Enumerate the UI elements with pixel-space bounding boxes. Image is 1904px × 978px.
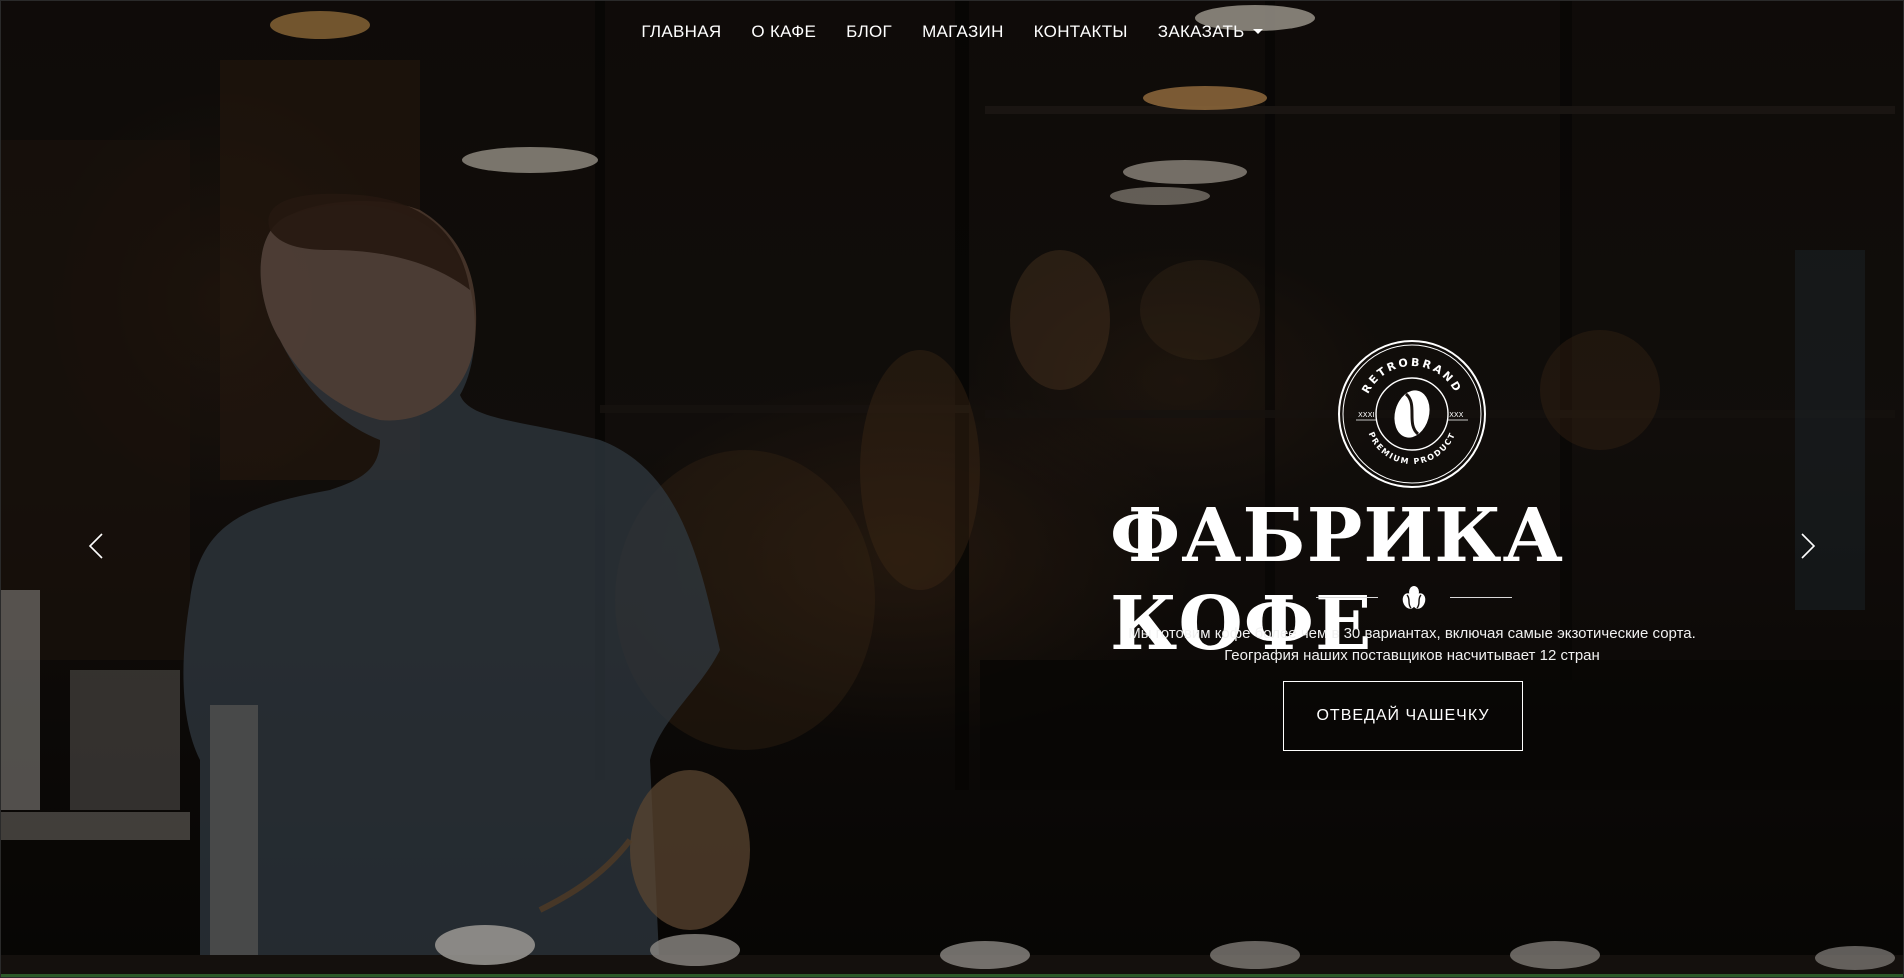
logo-top-text: RETROBRAND	[1359, 356, 1462, 396]
chevron-left-icon	[88, 533, 103, 559]
chevron-right-icon	[1801, 533, 1816, 559]
nav-item-label: КОНТАКТЫ	[1033, 22, 1128, 41]
nav-item-about[interactable]: О КАФЕ	[751, 22, 816, 42]
caret-down-icon	[1252, 28, 1263, 34]
retrobrand-logo: RETROBRAND PREMIUM PRODUCT XXXI IXXX	[1338, 340, 1486, 488]
nav-item-home[interactable]: ГЛАВНАЯ	[641, 22, 721, 42]
nav-item-blog[interactable]: БЛОГ	[846, 22, 892, 42]
hero-subtitle-line-1: Мы готовим кофе более чем в 30 вариантах…	[1128, 625, 1696, 642]
main-navigation: ГЛАВНАЯ О КАФЕ БЛОГ МАГАЗИН КОНТАКТЫ ЗАК…	[0, 22, 1904, 42]
nav-item-order-dropdown[interactable]: ЗАКАЗАТЬ	[1158, 22, 1263, 42]
nav-item-label: ГЛАВНАЯ	[641, 22, 722, 41]
hero-section: ГЛАВНАЯ О КАФЕ БЛОГ МАГАЗИН КОНТАКТЫ ЗАК…	[0, 0, 1904, 978]
cta-button[interactable]: ОТВЕДАЙ ЧАШЕЧКУ	[1283, 681, 1523, 751]
nav-item-label: О КАФЕ	[751, 22, 817, 41]
hero-subtitle-line-2: География наших поставщиков насчитывает …	[1224, 647, 1600, 664]
title-divider	[1316, 586, 1512, 610]
logo-left-text: XXXI	[1358, 411, 1374, 419]
carousel-next-button[interactable]	[1796, 530, 1820, 562]
nav-list: ГЛАВНАЯ О КАФЕ БЛОГ МАГАЗИН КОНТАКТЫ ЗАК…	[641, 22, 1263, 42]
coffee-bean-icon	[1394, 390, 1430, 438]
hero-subtitle: Мы готовим кофе более чем в 30 вариантах…	[1112, 623, 1712, 667]
nav-item-shop[interactable]: МАГАЗИН	[922, 22, 1004, 42]
nav-item-label: ЗАКАЗАТЬ	[1157, 22, 1245, 41]
coffee-beans-icon	[1402, 586, 1426, 609]
hero-background-image	[0, 0, 1904, 978]
carousel-prev-button[interactable]	[84, 530, 108, 562]
nav-item-contacts[interactable]: КОНТАКТЫ	[1034, 22, 1128, 42]
logo-right-text: IXXX	[1447, 411, 1464, 419]
divider-line-left	[1316, 597, 1378, 598]
svg-text:RETROBRAND: RETROBRAND	[1359, 356, 1464, 396]
nav-item-label: МАГАЗИН	[922, 22, 1004, 41]
nav-item-label: БЛОГ	[846, 22, 893, 41]
bottom-accent-strip	[0, 974, 1904, 978]
divider-line-right	[1450, 597, 1512, 598]
